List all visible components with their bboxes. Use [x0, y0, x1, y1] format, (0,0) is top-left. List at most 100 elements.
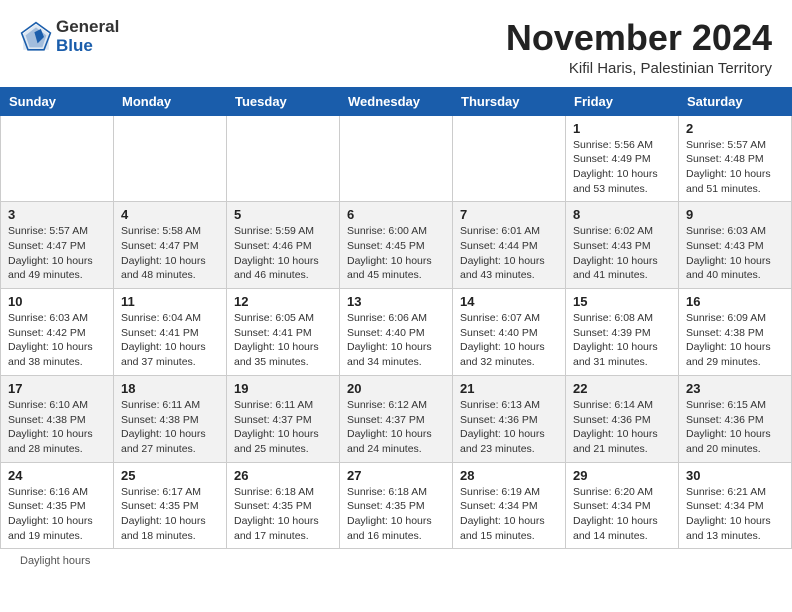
day-number: 19: [234, 381, 332, 396]
day-info: Sunrise: 6:17 AM Sunset: 4:35 PM Dayligh…: [121, 485, 219, 544]
calendar-day-cell: 18Sunrise: 6:11 AM Sunset: 4:38 PM Dayli…: [114, 375, 227, 462]
calendar-day-header: Friday: [566, 87, 679, 115]
day-number: 25: [121, 468, 219, 483]
day-info: Sunrise: 6:00 AM Sunset: 4:45 PM Dayligh…: [347, 224, 445, 283]
day-info: Sunrise: 6:13 AM Sunset: 4:36 PM Dayligh…: [460, 398, 558, 457]
calendar-day-cell: 4 Sunrise: 5:58 AM Sunset: 4:47 PM Daylig…: [114, 202, 227, 289]
calendar-day-header: Thursday: [453, 87, 566, 115]
calendar-week-row: 3 Sunrise: 5:57 AM Sunset: 4:47 PM Daylig…: [1, 202, 792, 289]
calendar-day-header: Tuesday: [227, 87, 340, 115]
day-number: 21: [460, 381, 558, 396]
calendar-day-cell: 26Sunrise: 6:18 AM Sunset: 4:35 PM Dayli…: [227, 462, 340, 549]
day-number: 2: [686, 121, 784, 136]
day-number: 10: [8, 294, 106, 309]
day-number: 28: [460, 468, 558, 483]
calendar-day-header: Wednesday: [340, 87, 453, 115]
day-info: Sunrise: 6:03 AM Sunset: 4:42 PM Dayligh…: [8, 311, 106, 370]
footer-note: Daylight hours: [0, 549, 792, 573]
location-text: Kifil Haris, Palestinian Territory: [506, 60, 772, 77]
day-info: Sunrise: 6:14 AM Sunset: 4:36 PM Dayligh…: [573, 398, 671, 457]
day-number: 7: [460, 207, 558, 222]
day-info: Sunrise: 6:05 AM Sunset: 4:41 PM Dayligh…: [234, 311, 332, 370]
calendar-day-cell: 28 Sunrise: 6:19 AM Sunset: 4:34 PM Dayli…: [453, 462, 566, 549]
day-number: 24: [8, 468, 106, 483]
calendar-day-header: Sunday: [1, 87, 114, 115]
calendar-day-cell: 10 Sunrise: 6:03 AM Sunset: 4:42 PM Dayli…: [1, 289, 114, 376]
day-info: Sunrise: 6:01 AM Sunset: 4:44 PM Dayligh…: [460, 224, 558, 283]
calendar-day-cell: 30 Sunrise: 6:21 AM Sunset: 4:34 PM Dayli…: [679, 462, 792, 549]
day-number: 15: [573, 294, 671, 309]
logo-general-text: General: [56, 18, 119, 37]
calendar-day-cell: 23Sunrise: 6:15 AM Sunset: 4:36 PM Dayli…: [679, 375, 792, 462]
calendar-day-cell: 27Sunrise: 6:18 AM Sunset: 4:35 PM Dayli…: [340, 462, 453, 549]
calendar-day-cell: 22 Sunrise: 6:14 AM Sunset: 4:36 PM Dayli…: [566, 375, 679, 462]
day-number: 30: [686, 468, 784, 483]
calendar-day-cell: 9 Sunrise: 6:03 AM Sunset: 4:43 PM Daylig…: [679, 202, 792, 289]
calendar-day-cell: 8Sunrise: 6:02 AM Sunset: 4:43 PM Daylig…: [566, 202, 679, 289]
day-number: 1: [573, 121, 671, 136]
calendar-day-cell: [1, 115, 114, 202]
day-number: 11: [121, 294, 219, 309]
day-info: Sunrise: 6:09 AM Sunset: 4:38 PM Dayligh…: [686, 311, 784, 370]
day-info: Sunrise: 6:11 AM Sunset: 4:37 PM Dayligh…: [234, 398, 332, 457]
calendar-day-cell: 3 Sunrise: 5:57 AM Sunset: 4:47 PM Daylig…: [1, 202, 114, 289]
calendar-day-cell: [340, 115, 453, 202]
calendar-day-cell: 5 Sunrise: 5:59 AM Sunset: 4:46 PM Daylig…: [227, 202, 340, 289]
logo-text: General Blue: [56, 18, 119, 55]
calendar-day-header: Saturday: [679, 87, 792, 115]
day-info: Sunrise: 6:21 AM Sunset: 4:34 PM Dayligh…: [686, 485, 784, 544]
day-info: Sunrise: 6:03 AM Sunset: 4:43 PM Dayligh…: [686, 224, 784, 283]
calendar-day-cell: 29 Sunrise: 6:20 AM Sunset: 4:34 PM Dayli…: [566, 462, 679, 549]
calendar-day-cell: 16 Sunrise: 6:09 AM Sunset: 4:38 PM Dayli…: [679, 289, 792, 376]
day-number: 9: [686, 207, 784, 222]
day-info: Sunrise: 6:02 AM Sunset: 4:43 PM Dayligh…: [573, 224, 671, 283]
calendar-day-cell: [453, 115, 566, 202]
calendar-day-cell: 11Sunrise: 6:04 AM Sunset: 4:41 PM Dayli…: [114, 289, 227, 376]
logo: General Blue: [20, 18, 119, 55]
calendar-day-cell: 24 Sunrise: 6:16 AM Sunset: 4:35 PM Dayli…: [1, 462, 114, 549]
day-info: Sunrise: 6:19 AM Sunset: 4:34 PM Dayligh…: [460, 485, 558, 544]
page-header: General Blue November 2024 Kifil Haris, …: [0, 0, 792, 87]
day-number: 16: [686, 294, 784, 309]
daylight-hours-label: Daylight hours: [20, 555, 90, 567]
day-info: Sunrise: 6:20 AM Sunset: 4:34 PM Dayligh…: [573, 485, 671, 544]
day-info: Sunrise: 5:58 AM Sunset: 4:47 PM Dayligh…: [121, 224, 219, 283]
day-info: Sunrise: 6:16 AM Sunset: 4:35 PM Dayligh…: [8, 485, 106, 544]
day-number: 6: [347, 207, 445, 222]
month-title: November 2024: [506, 18, 772, 58]
day-info: Sunrise: 5:56 AM Sunset: 4:49 PM Dayligh…: [573, 138, 671, 197]
calendar-week-row: 1 Sunrise: 5:56 AM Sunset: 4:49 PM Daylig…: [1, 115, 792, 202]
calendar-day-cell: 12Sunrise: 6:05 AM Sunset: 4:41 PM Dayli…: [227, 289, 340, 376]
day-info: Sunrise: 5:57 AM Sunset: 4:47 PM Dayligh…: [8, 224, 106, 283]
day-info: Sunrise: 5:59 AM Sunset: 4:46 PM Dayligh…: [234, 224, 332, 283]
day-number: 3: [8, 207, 106, 222]
calendar-day-cell: 19 Sunrise: 6:11 AM Sunset: 4:37 PM Dayli…: [227, 375, 340, 462]
day-number: 13: [347, 294, 445, 309]
calendar-header-row: SundayMondayTuesdayWednesdayThursdayFrid…: [1, 87, 792, 115]
day-number: 17: [8, 381, 106, 396]
calendar-day-cell: 13Sunrise: 6:06 AM Sunset: 4:40 PM Dayli…: [340, 289, 453, 376]
day-number: 5: [234, 207, 332, 222]
day-info: Sunrise: 6:07 AM Sunset: 4:40 PM Dayligh…: [460, 311, 558, 370]
calendar-day-cell: [227, 115, 340, 202]
day-number: 22: [573, 381, 671, 396]
calendar-day-cell: [114, 115, 227, 202]
calendar-week-row: 17 Sunrise: 6:10 AM Sunset: 4:38 PM Dayli…: [1, 375, 792, 462]
calendar-day-cell: 6 Sunrise: 6:00 AM Sunset: 4:45 PM Daylig…: [340, 202, 453, 289]
day-info: Sunrise: 6:15 AM Sunset: 4:36 PM Dayligh…: [686, 398, 784, 457]
calendar-week-row: 10 Sunrise: 6:03 AM Sunset: 4:42 PM Dayli…: [1, 289, 792, 376]
calendar-day-cell: 21 Sunrise: 6:13 AM Sunset: 4:36 PM Dayli…: [453, 375, 566, 462]
calendar-day-cell: 15 Sunrise: 6:08 AM Sunset: 4:39 PM Dayli…: [566, 289, 679, 376]
calendar-day-cell: 14Sunrise: 6:07 AM Sunset: 4:40 PM Dayli…: [453, 289, 566, 376]
day-info: Sunrise: 6:08 AM Sunset: 4:39 PM Dayligh…: [573, 311, 671, 370]
day-info: Sunrise: 5:57 AM Sunset: 4:48 PM Dayligh…: [686, 138, 784, 197]
calendar-day-cell: 2 Sunrise: 5:57 AM Sunset: 4:48 PM Daylig…: [679, 115, 792, 202]
calendar-day-cell: 1 Sunrise: 5:56 AM Sunset: 4:49 PM Daylig…: [566, 115, 679, 202]
day-number: 29: [573, 468, 671, 483]
day-number: 4: [121, 207, 219, 222]
day-info: Sunrise: 6:10 AM Sunset: 4:38 PM Dayligh…: [8, 398, 106, 457]
calendar-week-row: 24 Sunrise: 6:16 AM Sunset: 4:35 PM Dayli…: [1, 462, 792, 549]
day-number: 18: [121, 381, 219, 396]
logo-blue-text: Blue: [56, 37, 119, 56]
title-section: November 2024 Kifil Haris, Palestinian T…: [506, 18, 772, 77]
